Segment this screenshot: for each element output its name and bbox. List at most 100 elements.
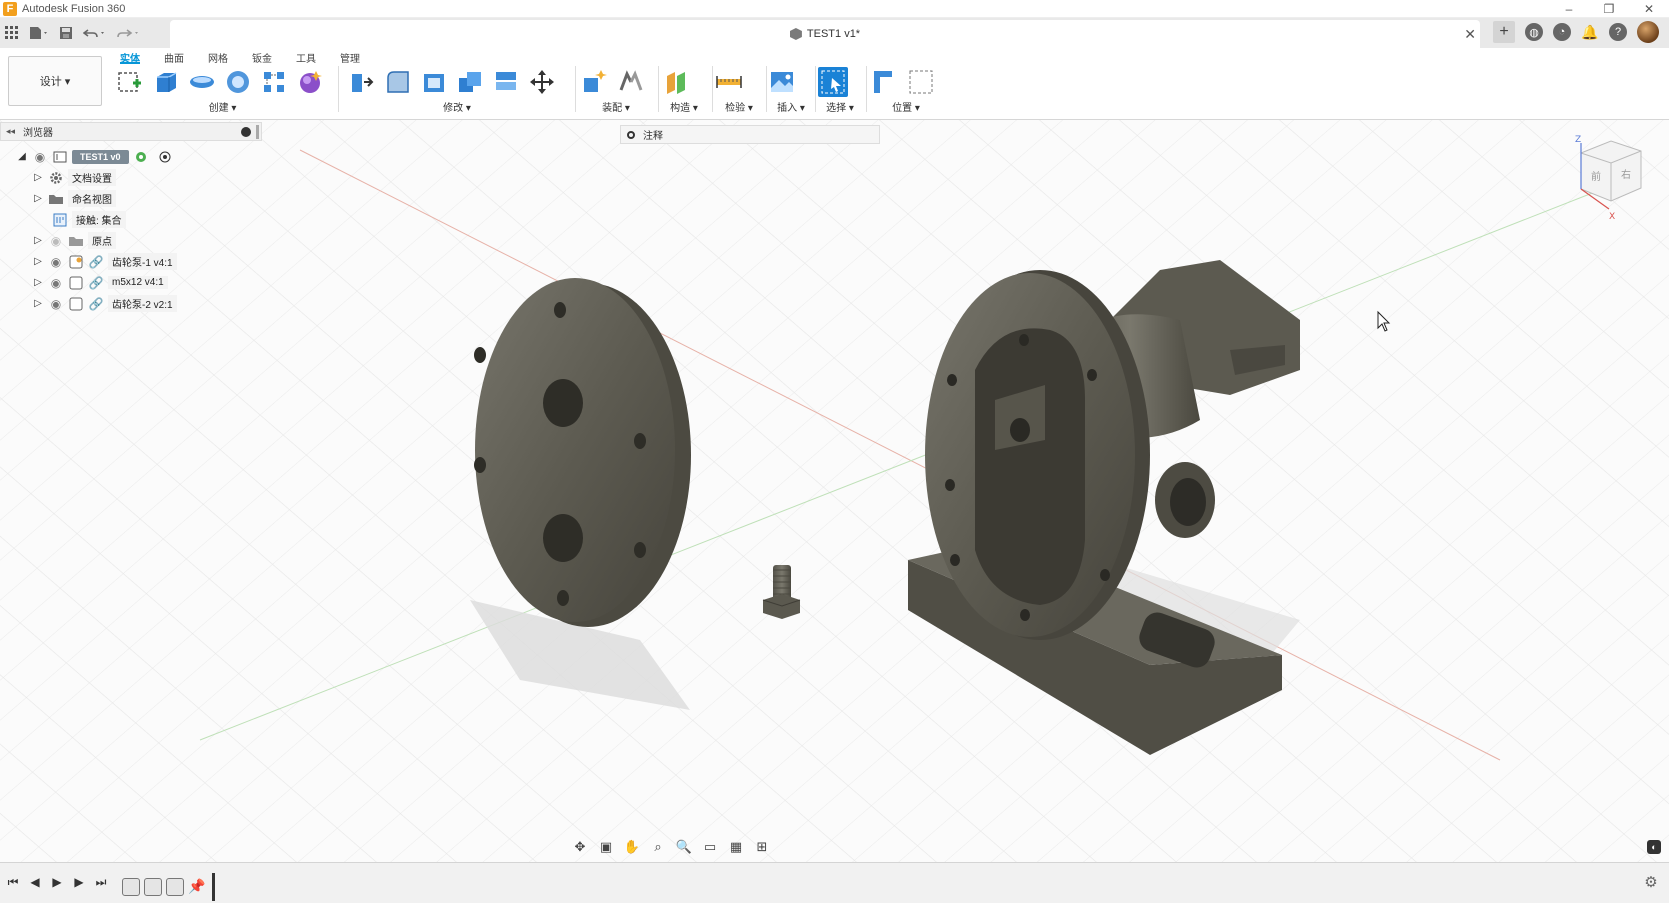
activate-component-icon[interactable] [133,150,149,164]
create-form-icon[interactable] [295,67,325,97]
collapsed-triangle-icon[interactable]: ▷ [32,172,44,184]
select-group-label[interactable]: 选择 ▾ [818,99,862,114]
collapsed-triangle-icon[interactable]: ▷ [32,193,44,205]
expanded-triangle-icon[interactable]: ◢ [16,151,28,163]
notifications-bell-icon[interactable]: 🔔 [1581,23,1599,41]
annotation-toggle-icon[interactable] [627,130,635,139]
visibility-eye-icon[interactable]: ◉ [48,276,64,290]
capture-position-icon[interactable] [870,67,900,97]
tab-surface[interactable]: 曲面 [164,48,184,65]
file-menu-icon[interactable] [24,21,54,45]
extensions-icon[interactable]: ◍ [1525,23,1543,41]
timeline-feature-component[interactable] [122,878,140,896]
new-component-icon[interactable] [580,67,610,97]
orbit-icon[interactable]: ✥ [570,838,590,856]
cover-plate-model[interactable] [474,278,691,627]
target-radio-icon[interactable] [157,150,173,164]
tree-item-named-views[interactable]: ▷ 命名视图 [0,188,262,209]
timeline-feature-joint[interactable]: 📌 [188,878,206,896]
inspect-group-label[interactable]: 检验 ▾ [714,99,764,114]
joint-icon[interactable] [616,67,646,97]
grid-settings-icon[interactable]: ▦ [726,838,746,856]
split-body-icon[interactable] [491,67,521,97]
shell-icon[interactable] [419,67,449,97]
timeline-feature-component[interactable] [144,878,162,896]
collapse-panel-icon[interactable]: ◂◂ [6,126,15,137]
save-icon[interactable] [54,21,78,45]
assemble-group-label[interactable]: 装配 ▾ [580,99,652,114]
fit-zoom-icon[interactable]: 🔍 [674,838,694,856]
viewports-icon[interactable]: ⊞ [752,838,772,856]
measure-icon[interactable] [714,67,744,97]
go-to-end-icon[interactable]: ⏭ [94,875,108,889]
insert-group-label[interactable]: 插入 ▾ [767,99,815,114]
tab-manage[interactable]: 管理 [340,48,360,65]
hidden-eye-icon[interactable]: ◉ [48,234,64,248]
new-tab-plus-icon[interactable]: + [1493,21,1515,43]
display-settings-icon[interactable]: ▭ [700,838,720,856]
redo-icon[interactable] [112,21,146,45]
move-copy-icon[interactable] [527,67,557,97]
tree-item-contact-set[interactable]: 接触: 集合 [0,209,262,230]
tab-solid[interactable]: 实体 [120,48,140,65]
look-at-icon[interactable]: ▣ [596,838,616,856]
canvas-options-icon[interactable]: ◐ [1647,840,1661,854]
extrude-icon[interactable] [151,67,181,97]
tree-root[interactable]: ◢ ◉ TEST1 v0 [0,146,262,167]
tree-item-document-settings[interactable]: ▷ 文档设置 [0,167,262,188]
app-grid-icon[interactable] [0,21,24,45]
collapsed-triangle-icon[interactable]: ▷ [32,277,44,289]
offset-plane-icon[interactable] [662,67,692,97]
press-pull-icon[interactable] [347,67,377,97]
tree-item-gear-pump-2[interactable]: ▷ ◉ 🔗 齿轮泵-2 v2:1 [0,293,262,314]
collapsed-triangle-icon[interactable]: ▷ [32,256,44,268]
timeline-feature-component[interactable] [166,878,184,896]
undo-icon[interactable] [78,21,112,45]
position-group-label[interactable]: 位置 ▾ [870,99,942,114]
create-group-label[interactable]: 创建 ▾ [115,99,330,114]
close-window-button[interactable]: ✕ [1629,0,1669,18]
insert-image-icon[interactable] [767,67,797,97]
tree-item-origin[interactable]: ▷ ◉ 原点 [0,230,262,251]
user-avatar[interactable] [1637,21,1659,43]
help-icon[interactable]: ? [1609,23,1627,41]
step-back-icon[interactable]: ◀ [28,875,42,889]
restore-button[interactable]: ❐ [1589,0,1629,18]
minimize-button[interactable]: – [1549,0,1589,18]
go-to-start-icon[interactable]: ⏮ [6,875,20,889]
combine-icon[interactable] [455,67,485,97]
tab-sheet-metal[interactable]: 钣金 [252,48,272,65]
panel-resize-handle[interactable] [256,125,259,139]
fillet-icon[interactable] [383,67,413,97]
construct-group-label[interactable]: 构造 ▾ [662,99,706,114]
timeline-marker-handle[interactable] [212,873,215,901]
tab-mesh[interactable]: 网格 [208,48,228,65]
tree-item-m5x12[interactable]: ▷ ◉ 🔗 m5x12 v4:1 [0,272,262,293]
view-cube[interactable]: 前 右 Z X [1551,133,1651,223]
collapsed-triangle-icon[interactable]: ▷ [32,298,44,310]
close-tab-button[interactable]: ✕ [1464,26,1476,43]
annotation-panel[interactable]: 注释 [620,125,880,144]
create-sketch-icon[interactable] [115,67,145,97]
tree-item-gear-pump-1[interactable]: ▷ ◉ 🔗 齿轮泵-1 v4:1 [0,251,262,272]
modify-group-label[interactable]: 修改 ▾ [347,99,567,114]
visibility-eye-icon[interactable]: ◉ [32,150,48,164]
root-component-label[interactable]: TEST1 v0 [72,149,129,164]
pan-hand-icon[interactable]: ✋ [622,838,642,856]
zoom-icon[interactable]: ⌕ [648,838,668,856]
visibility-eye-icon[interactable]: ◉ [48,255,64,269]
workspace-switcher-button[interactable]: 设计 ▾ [8,56,102,106]
tab-tools[interactable]: 工具 [296,48,316,65]
panel-minimize-icon[interactable] [241,127,251,137]
job-status-icon[interactable]: ◔ [1553,23,1571,41]
select-icon[interactable] [818,67,848,97]
pattern-icon[interactable] [259,67,289,97]
step-forward-icon[interactable]: ▶ [72,875,86,889]
collapsed-triangle-icon[interactable]: ▷ [32,235,44,247]
revert-position-icon[interactable] [906,67,936,97]
browser-panel-header[interactable]: ◂◂ 浏览器 [0,122,262,141]
revolve-icon[interactable] [187,67,217,97]
visibility-eye-icon[interactable]: ◉ [48,297,64,311]
play-icon[interactable]: ▶ [50,875,64,889]
sweep-icon[interactable] [223,67,253,97]
